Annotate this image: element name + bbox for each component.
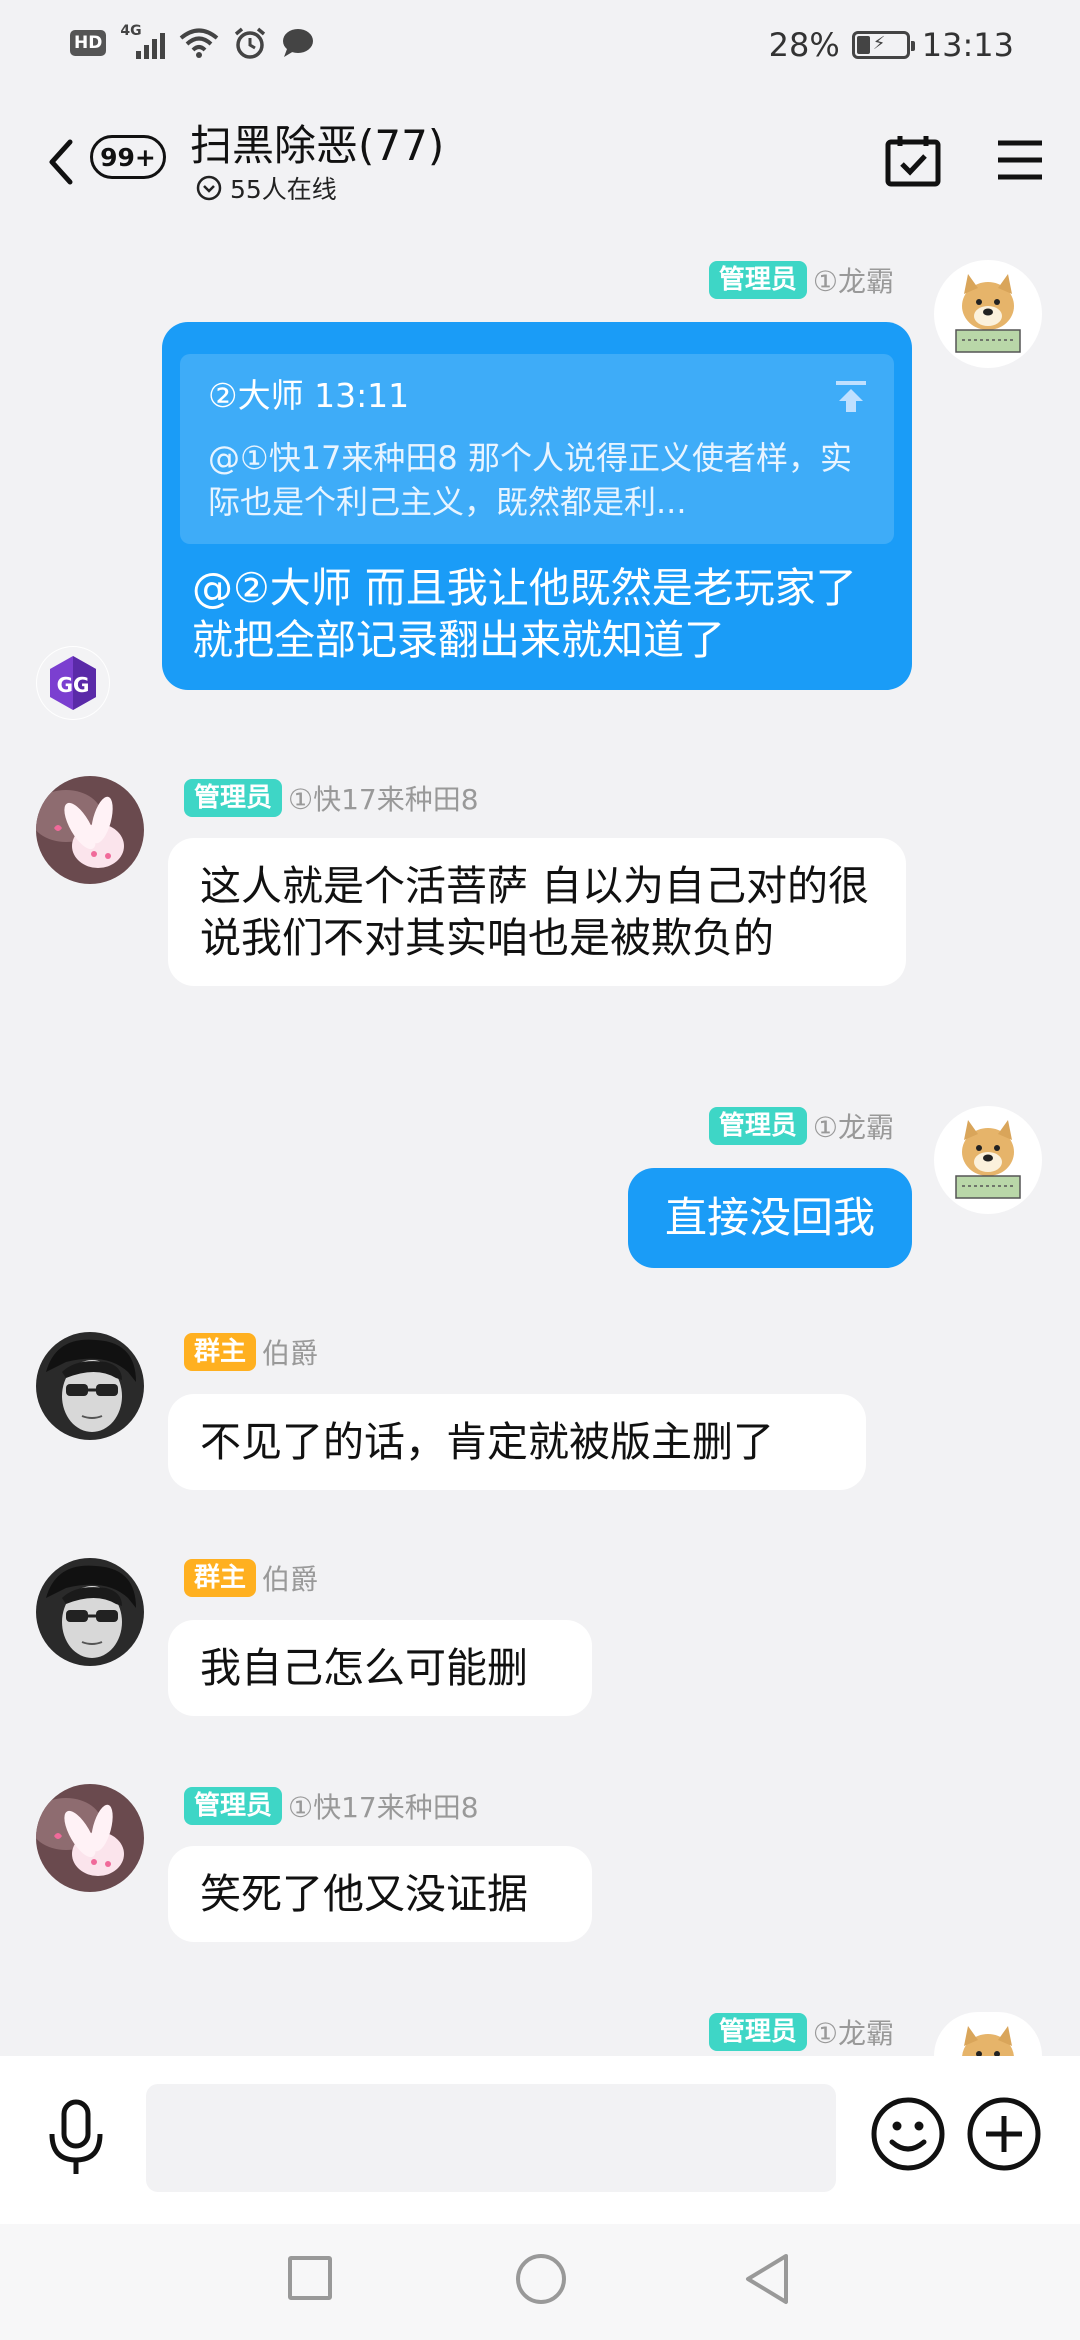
message-bubble[interactable]: 不见了的话，肯定就被版主删了 [168,1394,866,1490]
chevron-down-icon [196,175,222,201]
message-input[interactable] [146,2084,836,2192]
battery-icon: ⚡ [851,31,915,59]
doge-avatar-image [934,260,1042,368]
message-text: 直接没回我 [664,1193,875,1242]
sender-name[interactable]: ①龙霸 [813,260,894,300]
system-nav-bar [0,2224,1080,2340]
chat-icon [283,29,314,57]
calendar-check-icon[interactable] [884,132,942,190]
sender-name[interactable]: ①快17来种田8 [288,778,479,818]
status-right: 28% ⚡ 13:13 [769,26,1014,64]
sender-name[interactable]: ①龙霸 [813,1106,894,1146]
doge-avatar-image [934,2012,1042,2056]
message-text: 笑死了他又没证据 [200,1870,528,1918]
message-meta: 管理员 ①快17来种田8 [184,1786,479,1826]
message-bubble[interactable]: 笑死了他又没证据 [168,1846,592,1942]
battery-fill [856,36,871,54]
sender-name[interactable]: ①龙霸 [813,2012,894,2052]
sunglasses-avatar-image [36,1558,144,1666]
input-bar [0,2056,1080,2224]
role-badge-admin: 管理员 [708,1107,807,1145]
plus-icon[interactable] [966,2096,1042,2172]
message-meta: 群主 伯爵 [184,1332,318,1372]
message-meta: 管理员 ①龙霸 [708,1106,894,1146]
group-title[interactable]: 扫黑除恶(77) [190,112,444,173]
alarm-icon [235,27,266,59]
sender-name[interactable]: 伯爵 [262,1332,318,1372]
menu-icon[interactable] [996,138,1044,182]
back-icon[interactable] [40,132,80,192]
role-badge-admin: 管理员 [184,1787,283,1825]
gg-logo-text: GG [57,673,90,697]
avatar-bunny[interactable] [36,1784,144,1892]
avatar-doge[interactable] [934,1106,1042,1214]
role-badge-owner: 群主 [184,1333,257,1371]
bunny-avatar-image [36,1784,144,1892]
network-type-label: 4G [120,23,142,39]
home-button[interactable] [516,2254,566,2304]
quote-header: ②大师 13:11 [208,376,410,415]
avatar-sunglasses[interactable] [36,1558,144,1666]
status-left: HD 4G [70,23,315,60]
wifi-icon [180,28,219,58]
online-count: 55人在线 [230,175,337,204]
role-badge-admin: 管理员 [184,779,283,817]
microphone-icon[interactable] [44,2098,108,2178]
quote-text: @①快17来种田8 那个人说得正义使者样，实际也是个利己主义，既然都是利... [208,439,852,521]
message-meta: 管理员 ①龙霸 [708,260,894,300]
recents-button[interactable] [288,2256,332,2300]
battery-percent: 28% [768,26,840,64]
avatar-sunglasses[interactable] [36,1332,144,1440]
signal-icon: 4G [120,23,166,59]
doge-avatar-image [934,1106,1042,1214]
message-bubble[interactable]: 这人就是个活菩萨 自以为自己对的很 说我们不对其实咱也是被欺负的 [168,838,906,986]
message-meta: 管理员 ①快17来种田8 [184,778,479,818]
role-badge-admin: 管理员 [708,2013,807,2051]
avatar-doge[interactable] [934,2012,1042,2056]
message-meta: 群主 伯爵 [184,1558,318,1598]
hd-badge: HD [70,30,107,56]
avatar-gg[interactable]: GG [36,646,110,720]
message-text: @②大师 而且我让他既然是老玩家了就把全部记录翻出来就知道了 [192,564,857,664]
unread-count-badge[interactable]: 99+ [90,135,166,179]
message-text: 不见了的话，肯定就被版主删了 [200,1418,774,1466]
message-bubble[interactable]: ②大师 13:11 @①快17来种田8 那个人说得正义使者样，实际也是个利己主义… [162,322,912,690]
clock: 13:13 [921,26,1014,64]
message-bubble[interactable]: 直接没回我 [628,1168,912,1268]
online-status[interactable]: 55人在线 [196,170,337,206]
avatar-doge[interactable] [934,260,1042,368]
quoted-reply[interactable]: ②大师 13:11 @①快17来种田8 那个人说得正义使者样，实际也是个利己主义… [180,354,894,544]
status-bar: HD 4G 28% ⚡ 13:13 [0,0,1080,92]
role-badge-owner: 群主 [184,1559,257,1597]
bunny-avatar-image [36,776,144,884]
message-bubble[interactable]: 我自己怎么可能删 [168,1620,592,1716]
message-text: 这人就是个活菩萨 自以为自己对的很 说我们不对其实咱也是被欺负的 [200,862,870,962]
message-meta: 管理员 ①龙霸 [708,2012,894,2052]
jump-to-quote-icon[interactable] [834,380,868,414]
sender-name[interactable]: 伯爵 [262,1558,318,1598]
sender-name[interactable]: ①快17来种田8 [288,1786,479,1826]
emoji-icon[interactable] [870,2096,946,2172]
gg-logo-icon: GG [37,647,109,719]
role-badge-admin: 管理员 [708,261,807,299]
nav-back-icon[interactable] [742,2252,792,2306]
chat-header: 99+ 扫黑除恶(77) 55人在线 [0,92,1080,232]
sunglasses-avatar-image [36,1332,144,1440]
avatar-bunny[interactable] [36,776,144,884]
message-text: 我自己怎么可能删 [200,1644,528,1692]
